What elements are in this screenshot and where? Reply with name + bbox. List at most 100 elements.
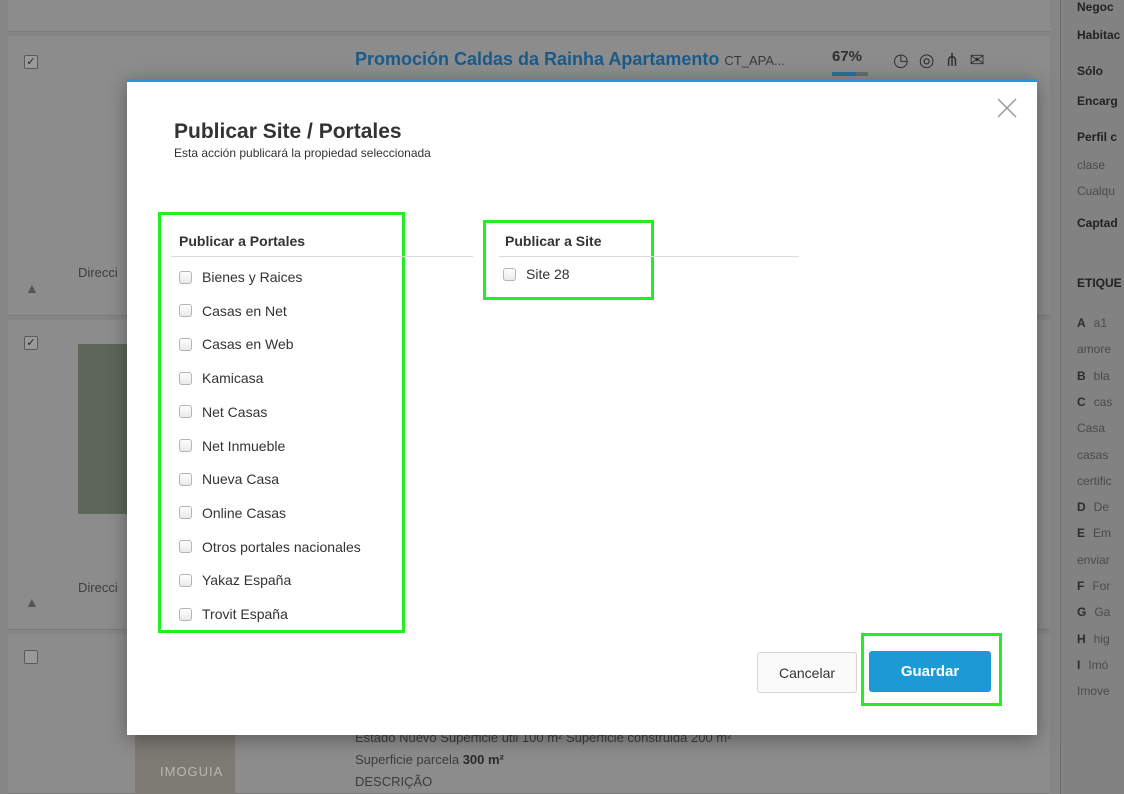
portales-divider [171,256,473,257]
sidebar-item: Encarg [1077,94,1118,108]
portal-option[interactable]: Net Inmueble [179,436,285,456]
tag-chip[interactable]: certific [1077,474,1112,488]
sidebar-item: Perfil c [1077,130,1118,144]
envelope-icon[interactable]: ✉ [970,50,995,70]
completion-bar-fill [832,72,857,76]
tag-row: Hhig [1077,632,1110,646]
tag-chip[interactable]: hig [1094,632,1110,646]
listing-action-icons[interactable]: ◷◎⋔✉ [893,50,995,71]
tag-row: certific [1077,474,1112,488]
completion-bar [832,72,868,76]
checkbox-label[interactable]: Trovit España [202,606,288,622]
row-checkbox[interactable] [24,650,38,664]
checkbox[interactable] [179,607,192,621]
checkbox[interactable] [179,506,192,520]
sidebar-item: Cualqu [1077,184,1116,198]
detail-value: 300 m² [462,752,504,767]
checkbox[interactable] [179,304,192,318]
sidebar-item: Negoc [1077,0,1114,14]
checkbox-label[interactable]: Nueva Casa [202,471,279,487]
portal-option[interactable]: Casas en Web [179,334,294,354]
tag-chip[interactable]: amore [1077,342,1111,356]
tag-letter: D [1077,500,1086,515]
portal-option[interactable]: Online Casas [179,503,286,523]
row-checkbox[interactable]: ✓ [24,55,38,69]
modal-subtitle: Esta acción publicará la propiedad selec… [174,146,431,160]
checkbox-label[interactable]: Otros portales nacionales [202,539,361,555]
modal-title: Publicar Site / Portales [174,120,402,143]
checkbox-label[interactable]: Kamicasa [202,370,263,386]
tag-chip[interactable]: a1 [1094,316,1107,330]
close-button[interactable] [995,96,1019,120]
tag-letter: B [1077,368,1086,383]
tag-row: G Ga [1077,605,1110,619]
tag-row: I Imó [1077,658,1108,672]
checkbox-label[interactable]: Bienes y Raices [202,269,302,285]
checkbox[interactable] [179,540,192,554]
completion-percent: 67% [832,48,863,65]
portal-option[interactable]: Casas en Net [179,301,287,321]
tag-chip[interactable]: Imove [1077,684,1110,698]
checkbox-label[interactable]: Net Casas [202,404,267,420]
tag-chip[interactable]: For [1092,579,1110,593]
tag-chip[interactable]: cas [1094,395,1113,409]
tag-letter: C [1077,394,1086,409]
tag-chip[interactable]: bla [1094,369,1110,383]
tag-row: Imove [1077,684,1110,698]
right-sidebar: Negoc Habitac Sólo Encarg Perfil c clase… [1060,0,1124,794]
sidebar-item: Habitac [1077,28,1121,42]
checkbox-label[interactable]: Yakaz España [202,572,291,588]
graduation-cap-icon: ▲ [25,594,39,610]
checkbox[interactable] [179,439,192,452]
checkbox[interactable] [179,405,192,419]
portal-option[interactable]: Bienes y Raices [179,267,302,287]
save-button[interactable]: Guardar [869,651,991,692]
tag-letter: A [1077,316,1086,330]
checkbox-label[interactable]: Online Casas [202,505,286,521]
checkbox[interactable] [503,267,516,281]
site-highlight [483,220,654,300]
tag-chip[interactable]: De [1094,500,1109,514]
checkbox[interactable] [179,371,192,385]
address-label: Direcci [78,580,118,595]
listing-ref: CT_APA... [724,53,785,68]
checkbox-label[interactable]: Net Inmueble [202,438,285,454]
portal-option[interactable]: Yakaz España [179,570,291,590]
tag-row: casas [1077,448,1108,462]
tag-row: Ccas [1077,395,1112,409]
tag-chip[interactable]: enviar [1077,553,1110,567]
portales-heading: Publicar a Portales [179,233,306,249]
tag-chip[interactable]: Imó [1088,658,1108,672]
tag-row: Bbla [1077,369,1110,383]
list-row [8,0,1050,32]
portal-option[interactable]: Kamicasa [179,368,263,388]
tag-letter: I [1077,657,1081,672]
checkbox-label[interactable]: Site 28 [526,266,570,282]
tag-row: enviar [1077,553,1110,567]
checkbox[interactable] [179,337,192,351]
close-icon [997,98,1017,118]
tag-chip[interactable]: Ga [1094,605,1110,619]
site-option[interactable]: Site 28 [503,264,570,284]
checkbox-label[interactable]: Casas en Net [202,303,287,319]
row-checkbox[interactable]: ✓ [24,336,38,350]
sidebar-item: Captad [1077,216,1118,230]
portal-option[interactable]: Net Casas [179,402,267,422]
portal-option[interactable]: Otros portales nacionales [179,537,361,557]
portal-option[interactable]: Nueva Casa [179,469,279,489]
tag-chip[interactable]: casas [1077,448,1108,462]
clock-icon[interactable]: ◷ [893,50,919,70]
listing-title[interactable]: Promoción Caldas da Rainha Apartamento C… [355,49,785,70]
target-icon[interactable]: ◎ [919,50,945,70]
checkbox[interactable] [179,270,192,284]
tag-row: Aa1 [1077,316,1107,330]
address-label: Direcci [78,265,118,280]
checkbox[interactable] [179,573,192,587]
checkbox[interactable] [179,472,192,486]
portal-option[interactable]: Trovit España [179,604,288,624]
cancel-button[interactable]: Cancelar [757,652,857,693]
tag-chip[interactable]: Casa [1077,421,1105,435]
checkbox-label[interactable]: Casas en Web [202,336,294,352]
tag-chip[interactable]: Em [1093,526,1111,540]
share-icon[interactable]: ⋔ [944,50,969,70]
